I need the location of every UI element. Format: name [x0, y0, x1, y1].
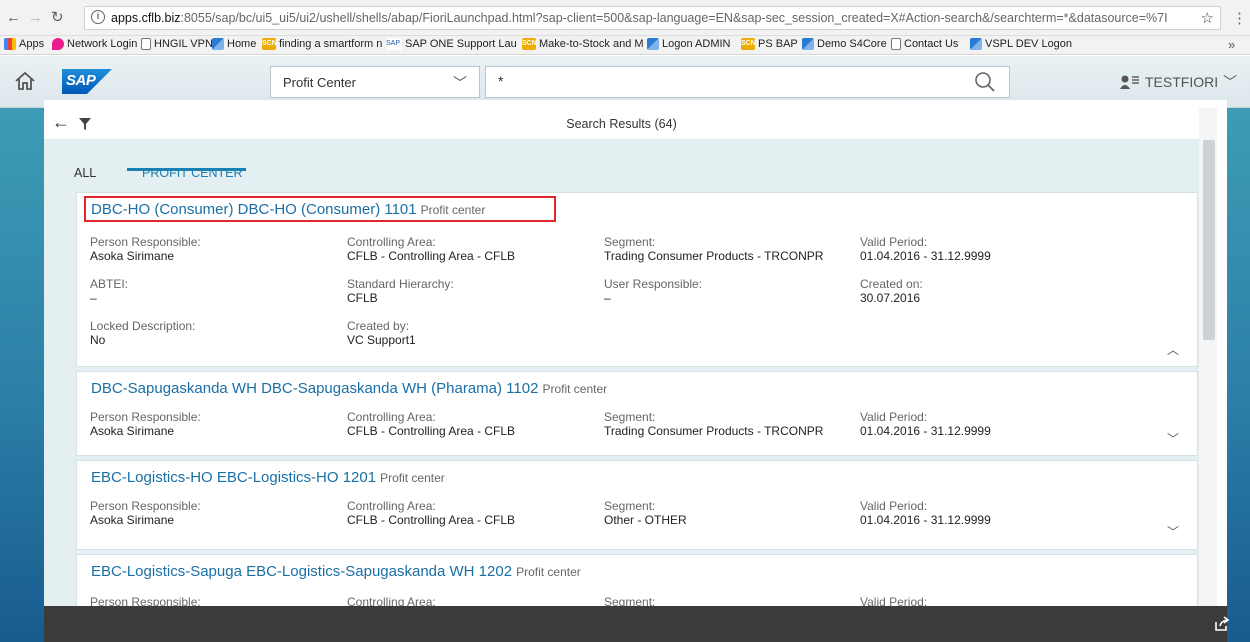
result-title[interactable]: DBC-Sapugaskanda WH DBC-Sapugaskanda WH …: [91, 380, 607, 397]
back-arrow-icon[interactable]: ←: [6, 9, 21, 26]
address-bar[interactable]: i apps.cflb.biz:8055/sap/bc/ui5_ui5/ui2/…: [84, 6, 1221, 30]
chevron-down-icon: ﹀: [453, 75, 467, 91]
bookmark-sap-one-support[interactable]: SAP SAP ONE Support Lau: [386, 38, 517, 50]
forward-arrow-icon[interactable]: →: [28, 9, 43, 26]
bookmark-demo-s4core[interactable]: Demo S4Core: [802, 38, 887, 50]
bookmark-hngil-vpn[interactable]: HNGIL VPN: [141, 38, 213, 50]
field-person-responsible: Person Responsible: Asoka Sirimane: [90, 235, 201, 263]
result-title[interactable]: DBC-HO (Consumer) DBC-HO (Consumer) 1101…: [91, 201, 485, 218]
result-type: Profit center: [420, 203, 486, 217]
bookmark-apps[interactable]: Apps: [4, 38, 44, 50]
site-info-icon[interactable]: i: [91, 10, 105, 24]
bookmark-contact-us[interactable]: Contact Us: [891, 38, 958, 50]
field-person-responsible: Person Responsible: Asoka Sirimane: [90, 499, 201, 527]
result-title[interactable]: EBC-Logistics-HO EBC-Logistics-HO 1201 Pr…: [91, 469, 445, 486]
result-card[interactable]: EBC-Logistics-HO EBC-Logistics-HO 1201 Pr…: [76, 460, 1198, 550]
home-icon[interactable]: [14, 70, 36, 92]
sap-icon: [212, 38, 224, 50]
bookmarks-bar: Apps Network Login HNGIL VPN Home SCN fin…: [0, 36, 1250, 55]
results-header: ← Search Results (64): [44, 108, 1199, 140]
chevron-up-icon[interactable]: ︿: [1167, 341, 1179, 358]
sap-icon: [647, 38, 659, 50]
search-icon[interactable]: [974, 71, 996, 93]
tab-all[interactable]: ALL: [74, 166, 96, 180]
field-valid-period: Valid Period: 01.04.2016 - 31.12.9999: [860, 235, 991, 263]
page-icon: [141, 38, 151, 50]
scrollbar-thumb[interactable]: [1203, 140, 1215, 340]
chevron-down-icon[interactable]: ﹀: [1167, 523, 1179, 540]
sap-one-icon: SAP: [386, 38, 402, 50]
footer-bar: [44, 606, 1230, 642]
field-segment: Segment: Trading Consumer Products - TRCO…: [604, 410, 824, 438]
result-type: Profit center: [516, 565, 581, 579]
result-type: Profit center: [380, 471, 445, 485]
sap-logo: SAP: [62, 69, 112, 94]
reload-icon[interactable]: ↻: [51, 8, 64, 26]
bookmark-smartform[interactable]: SCN finding a smartform n: [262, 38, 382, 50]
user-name: TESTFIORI: [1145, 74, 1219, 90]
field-valid-period: Valid Period: 01.04.2016 - 31.12.9999: [860, 410, 991, 438]
field-controlling-area: Controlling Area: CFLB - Controlling Area…: [347, 235, 516, 263]
field-controlling-area: Controlling Area: CFLB - Controlling Area…: [347, 499, 516, 527]
field-valid-period: Valid Period: 01.04.2016 - 31.12.9999: [860, 499, 991, 527]
field-locked-description: Locked Description: No: [90, 319, 196, 347]
field-user-responsible: User Responsible: –: [604, 277, 703, 305]
url-text: apps.cflb.biz:8055/sap/bc/ui5_ui5/ui2/us…: [111, 11, 1168, 25]
field-person-responsible: Person Responsible: Asoka Sirimane: [90, 410, 201, 438]
bookmark-home[interactable]: Home: [212, 38, 256, 50]
more-bookmarks-icon[interactable]: »: [1228, 37, 1235, 52]
user-menu[interactable]: TESTFIORI ﹀: [1120, 72, 1237, 92]
bookmark-logon-admin[interactable]: Logon ADMIN: [647, 38, 730, 50]
scn-icon: SCN: [741, 38, 756, 50]
scn-icon: SCN: [262, 38, 277, 50]
share-icon[interactable]: [1214, 616, 1230, 632]
bookmark-vspl-dev-logon[interactable]: VSPL DEV Logon: [970, 38, 1072, 50]
scn-icon: SCN: [522, 38, 537, 50]
bookmark-network-login[interactable]: Network Login: [52, 38, 137, 50]
pin-icon: [52, 38, 64, 50]
page-icon: [891, 38, 901, 50]
bookmark-star-icon[interactable]: ☆: [1201, 9, 1214, 27]
field-controlling-area: Controlling Area: CFLB - Controlling Area…: [347, 410, 516, 438]
bookmark-make-to-stock[interactable]: SCN Make-to-Stock and M: [522, 38, 644, 50]
chevron-down-icon: ﹀: [1223, 74, 1238, 90]
active-tab-indicator: [127, 168, 246, 171]
result-title[interactable]: EBC-Logistics-Sapuga EBC-Logistics-Sapug…: [91, 563, 581, 580]
result-card[interactable]: DBC-HO (Consumer) DBC-HO (Consumer) 1101…: [76, 192, 1198, 367]
browser-menu-icon[interactable]: ⋮: [1232, 9, 1247, 27]
field-standard-hierarchy: Standard Hierarchy: CFLB: [347, 277, 454, 305]
search-term: *: [498, 73, 504, 89]
bookmark-ps-bap[interactable]: SCN PS BAP: [741, 38, 798, 50]
chevron-down-icon[interactable]: ﹀: [1167, 430, 1179, 447]
field-created-on: Created on: 30.07.2016: [860, 277, 923, 305]
search-scope-select[interactable]: Profit Center ﹀: [270, 66, 480, 98]
field-abtei: ABTEI: –: [90, 277, 129, 305]
scope-label: Profit Center: [283, 75, 356, 90]
result-type: Profit center: [542, 382, 608, 396]
sap-icon: [802, 38, 814, 50]
result-card[interactable]: DBC-Sapugaskanda WH DBC-Sapugaskanda WH …: [76, 371, 1198, 456]
sap-icon: [970, 38, 982, 50]
field-segment: Segment: Trading Consumer Products - TRCO…: [604, 235, 824, 263]
field-created-by: Created by: VC Support1: [347, 319, 416, 347]
results-list: ALL PROFIT CENTER DBC-HO (Consumer) DBC-…: [44, 140, 1199, 614]
search-input[interactable]: *: [485, 66, 1010, 98]
results-count: Search Results (64): [566, 117, 677, 131]
user-icon: [1120, 75, 1139, 89]
field-segment: Segment: Other - OTHER: [604, 499, 687, 527]
apps-grid-icon: [4, 38, 16, 50]
browser-toolbar: ← → ↻ i apps.cflb.biz:8055/sap/bc/ui5_ui…: [0, 0, 1250, 36]
result-card[interactable]: EBC-Logistics-Sapuga EBC-Logistics-Sapug…: [76, 554, 1198, 614]
